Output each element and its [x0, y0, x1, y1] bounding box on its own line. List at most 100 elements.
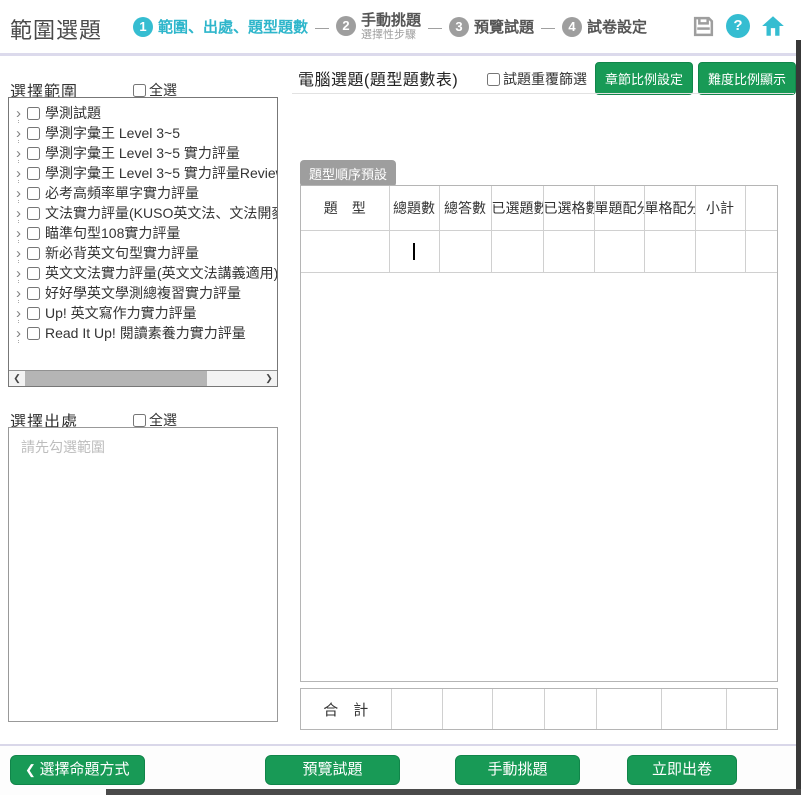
- duplicate-filter[interactable]: 試題重覆篩選: [487, 69, 587, 89]
- help-icon[interactable]: [725, 13, 751, 39]
- col-selected-questions: 已選題數: [491, 186, 543, 230]
- step-3-label: 預覽試題: [474, 16, 534, 37]
- total-cell: [442, 689, 492, 729]
- range-checkbox[interactable]: [27, 187, 40, 200]
- range-item-label: 必考高頻率單字實力評量: [45, 183, 199, 203]
- range-item-label: 文法實力評量(KUSO英文法、文法開麥拉: [45, 203, 277, 223]
- range-tree: 學測試題 學測字彙王 Level 3~5 學測字彙王 Level 3~5 實力評…: [9, 98, 277, 343]
- back-to-method-button[interactable]: 選擇命題方式: [10, 755, 145, 785]
- manual-pick-button[interactable]: 手動挑題: [455, 755, 580, 785]
- generate-paper-button[interactable]: 立即出卷: [627, 755, 737, 785]
- tree-item[interactable]: 英文文法實力評量(英文文法講義適用): [12, 263, 277, 283]
- total-row: 合 計: [301, 689, 777, 729]
- col-total-questions: 總題數: [389, 186, 439, 230]
- computer-pick-title: 電腦選題(題型題數表): [298, 66, 458, 90]
- table-header-row: 題 型 總題數 總答數 已選題數 已選格數 單題配分 單格配分 小計: [301, 186, 777, 230]
- panel-divider: [292, 93, 794, 94]
- difficulty-ratio-button[interactable]: 難度比例顯示: [698, 62, 796, 95]
- tree-item[interactable]: Read It Up! 閱讀素養力實力評量: [12, 323, 277, 343]
- chevron-right-icon[interactable]: [12, 267, 25, 280]
- chevron-right-icon[interactable]: [12, 307, 25, 320]
- header-divider: [0, 53, 801, 56]
- cell-selected-blanks[interactable]: [543, 230, 594, 272]
- window-edge-bottom: [106, 789, 801, 795]
- cell-points-per-question[interactable]: [594, 230, 644, 272]
- tree-item[interactable]: 學測字彙王 Level 3~5 實力評量Review: [12, 163, 277, 183]
- col-question-type: 題 型: [301, 186, 389, 230]
- horizontal-scrollbar[interactable]: [9, 370, 277, 386]
- range-item-label: 英文文法實力評量(英文文法講義適用): [45, 263, 277, 283]
- range-item-label: 學測試題: [45, 103, 101, 123]
- range-checkbox[interactable]: [27, 127, 40, 140]
- duplicate-filter-checkbox[interactable]: [487, 73, 500, 86]
- range-select-all-checkbox[interactable]: [133, 84, 146, 97]
- range-checkbox[interactable]: [27, 147, 40, 160]
- preview-questions-button[interactable]: 預覽試題: [265, 755, 400, 785]
- step-1-range[interactable]: 1 範圍、出處、題型題數: [133, 16, 308, 37]
- range-checkbox[interactable]: [27, 247, 40, 260]
- scroll-left-icon[interactable]: [9, 371, 25, 386]
- duplicate-filter-label: 試題重覆篩選: [503, 69, 587, 89]
- step-separator: —: [541, 19, 555, 35]
- range-checkbox[interactable]: [27, 227, 40, 240]
- tree-item[interactable]: 新必背英文句型實力評量: [12, 243, 277, 263]
- step-4-paper-settings[interactable]: 4 試卷設定: [562, 16, 647, 37]
- tree-item[interactable]: 必考高頻率單字實力評量: [12, 183, 277, 203]
- question-order-tag[interactable]: 題型順序預設: [300, 160, 396, 187]
- chevron-right-icon[interactable]: [12, 187, 25, 200]
- cell-subtotal[interactable]: [695, 230, 745, 272]
- tree-item[interactable]: 學測試題: [12, 103, 277, 123]
- chevron-right-icon[interactable]: [12, 207, 25, 220]
- question-type-table: 題 型 總題數 總答數 已選題數 已選格數 單題配分 單格配分 小計: [300, 185, 778, 682]
- app-window: 範圍選題 1 範圍、出處、題型題數 — 2 手動挑題 選擇性步驟 — 3 預覽試…: [0, 0, 801, 795]
- chevron-right-icon[interactable]: [12, 147, 25, 160]
- range-checkbox[interactable]: [27, 167, 40, 180]
- range-checkbox[interactable]: [27, 327, 40, 340]
- window-edge-right: [796, 40, 801, 795]
- range-item-label: 學測字彙王 Level 3~5: [45, 123, 180, 143]
- step-separator: —: [428, 19, 442, 35]
- tree-item[interactable]: 好好學英文學測總複習實力評量: [12, 283, 277, 303]
- cell-extra[interactable]: [745, 230, 777, 272]
- col-points-per-question: 單題配分: [594, 186, 644, 230]
- cell-points-per-blank[interactable]: [644, 230, 695, 272]
- range-checkbox[interactable]: [27, 267, 40, 280]
- source-select-all-checkbox[interactable]: [133, 414, 146, 427]
- step-3-badge: 3: [449, 17, 469, 37]
- cell-question-type[interactable]: [301, 230, 389, 272]
- scrollbar-thumb[interactable]: [25, 371, 207, 386]
- col-total-answers: 總答數: [439, 186, 491, 230]
- step-3-preview[interactable]: 3 預覽試題: [449, 16, 534, 37]
- total-cell: [661, 689, 726, 729]
- chevron-right-icon[interactable]: [12, 227, 25, 240]
- cell-selected-questions[interactable]: [491, 230, 543, 272]
- chapter-ratio-button[interactable]: 章節比例設定: [595, 62, 693, 95]
- scrollbar-track[interactable]: [25, 371, 261, 386]
- top-header: 範圍選題 1 範圍、出處、題型題數 — 2 手動挑題 選擇性步驟 — 3 預覽試…: [0, 0, 801, 53]
- range-checkbox[interactable]: [27, 287, 40, 300]
- chevron-right-icon[interactable]: [12, 287, 25, 300]
- tree-item[interactable]: Up! 英文寫作力實力評量: [12, 303, 277, 323]
- step-1-label: 範圍、出處、題型題數: [158, 16, 308, 37]
- chevron-right-icon[interactable]: [12, 247, 25, 260]
- tree-item[interactable]: 學測字彙王 Level 3~5 實力評量: [12, 143, 277, 163]
- total-cell: [596, 689, 661, 729]
- chevron-right-icon[interactable]: [12, 127, 25, 140]
- range-checkbox[interactable]: [27, 207, 40, 220]
- table-row: [301, 230, 777, 272]
- scroll-right-icon[interactable]: [261, 371, 277, 386]
- chevron-right-icon[interactable]: [12, 107, 25, 120]
- tree-item[interactable]: 瞄準句型108實力評量: [12, 223, 277, 243]
- total-cell: [544, 689, 596, 729]
- range-checkbox[interactable]: [27, 307, 40, 320]
- range-checkbox[interactable]: [27, 107, 40, 120]
- chevron-right-icon[interactable]: [12, 327, 25, 340]
- cell-total-answers[interactable]: [439, 230, 491, 272]
- tree-item[interactable]: 學測字彙王 Level 3~5: [12, 123, 277, 143]
- tree-item[interactable]: 文法實力評量(KUSO英文法、文法開麥拉: [12, 203, 277, 223]
- chevron-right-icon[interactable]: [12, 167, 25, 180]
- save-icon[interactable]: [690, 13, 716, 39]
- home-icon[interactable]: [760, 13, 786, 39]
- cell-total-questions[interactable]: [389, 230, 439, 272]
- step-2-manual-pick[interactable]: 2 手動挑題 選擇性步驟: [336, 12, 421, 42]
